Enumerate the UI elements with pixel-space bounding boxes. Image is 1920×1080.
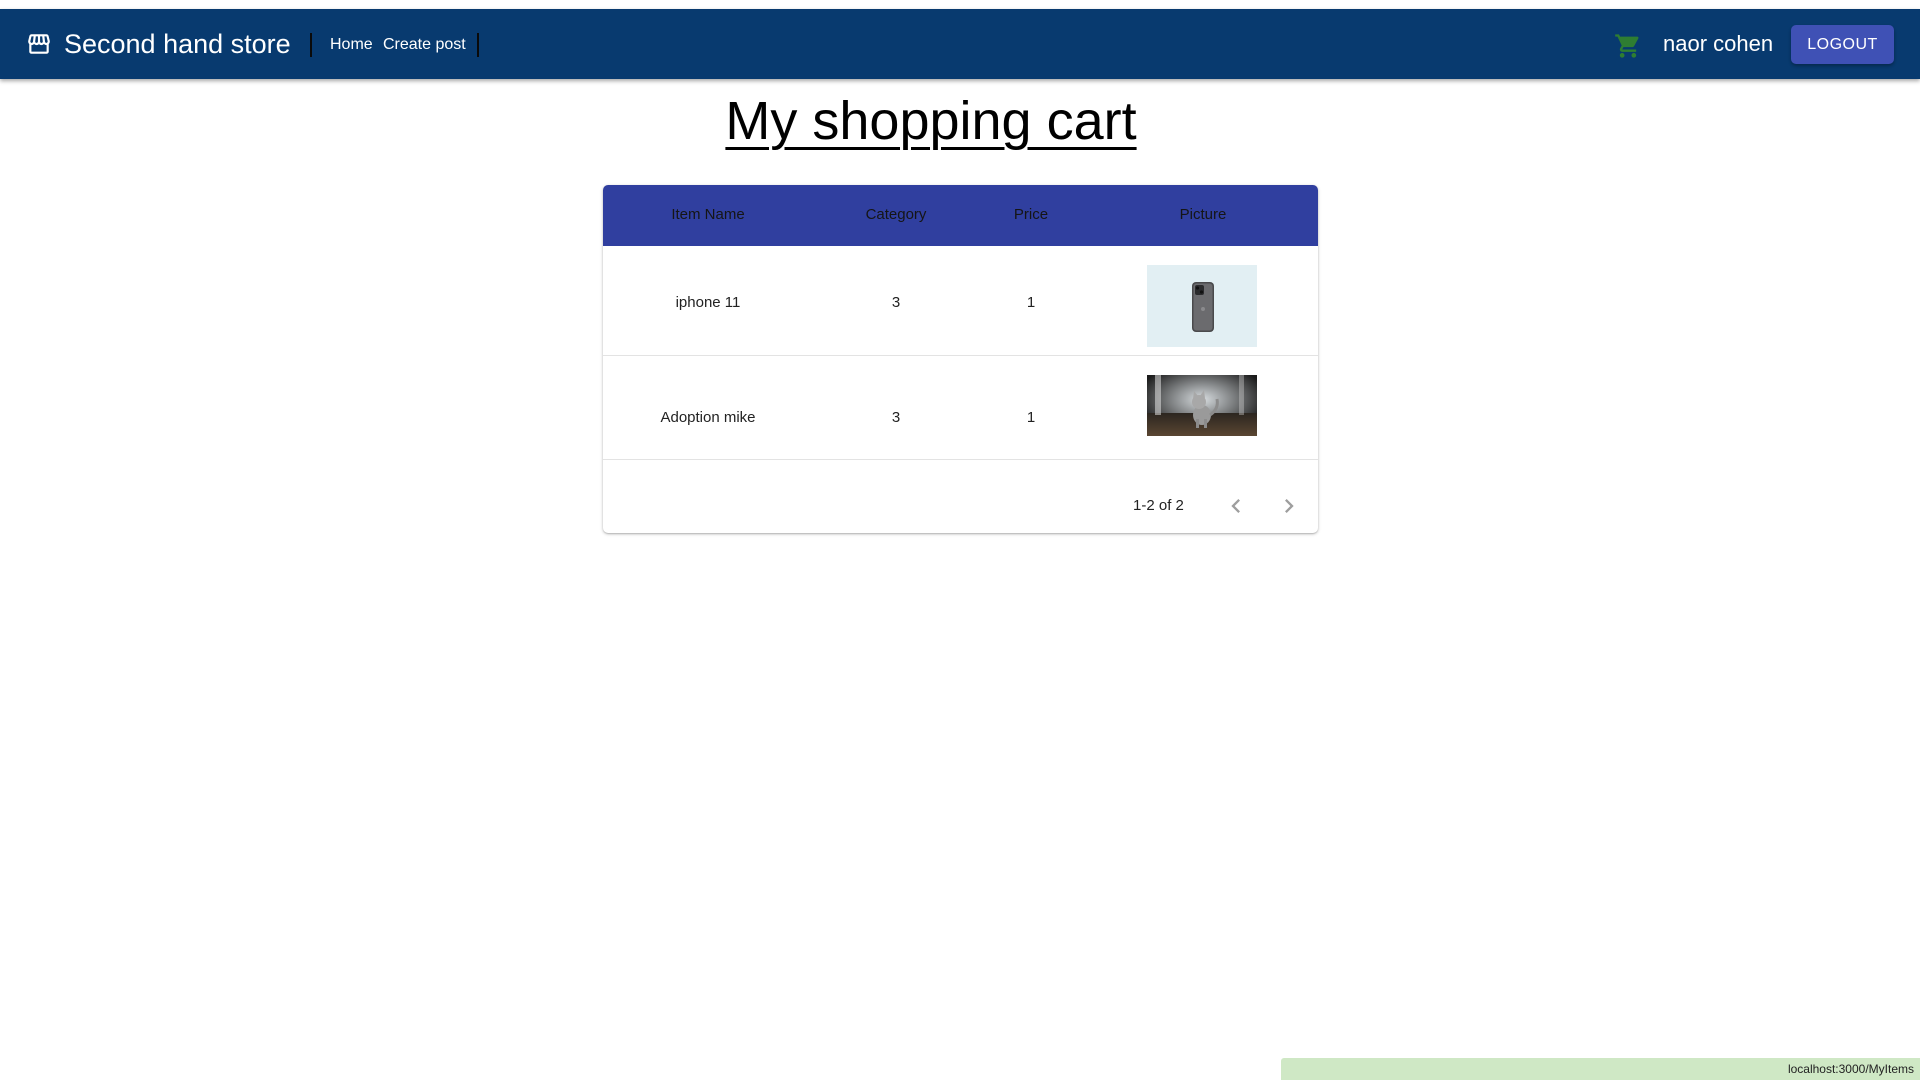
logout-button[interactable]: LOGOUT	[1791, 25, 1894, 64]
app-bar: Second hand store Home Create post naor …	[0, 9, 1920, 79]
cell-item-name: iphone 11	[675, 294, 741, 311]
brand-title[interactable]: Second hand store	[64, 29, 291, 59]
cell-category: 3	[891, 409, 901, 426]
page-title: My shopping cart	[725, 91, 1137, 151]
nav-divider-right	[477, 33, 479, 57]
chevron-left-icon[interactable]	[1222, 492, 1250, 520]
user-name: naor cohen	[1663, 31, 1774, 56]
cart-table: Item Name Category Price Picture iphone …	[603, 185, 1318, 533]
cell-item-name: Adoption mike	[660, 409, 756, 426]
browser-status-bar: localhost:3000/MyItems	[1281, 1058, 1920, 1080]
cell-price: 1	[1026, 409, 1036, 426]
column-header-price[interactable]: Price	[971, 205, 1091, 225]
phone-image	[1147, 265, 1257, 347]
nav-link-home[interactable]: Home	[330, 35, 373, 55]
table-row[interactable]: Adoption mike 3 1	[603, 356, 1318, 460]
status-url: localhost:3000/MyItems	[1787, 1062, 1914, 1076]
table-header: Item Name Category Price Picture	[603, 185, 1318, 246]
store-icon	[28, 34, 50, 54]
table-pagination: 1-2 of 2	[603, 476, 1318, 533]
cell-category: 3	[891, 294, 901, 311]
column-header-item-name[interactable]: Item Name	[648, 205, 768, 225]
cat-image	[1147, 375, 1257, 436]
nav-link-create-post[interactable]: Create post	[383, 35, 466, 55]
table-row[interactable]: iphone 11 3 1	[603, 246, 1318, 356]
page: Second hand store Home Create post naor …	[0, 0, 1920, 1080]
pagination-info: 1-2 of 2	[1133, 497, 1184, 514]
nav-divider-left	[310, 33, 312, 57]
column-header-category[interactable]: Category	[836, 205, 956, 225]
cell-price: 1	[1026, 294, 1036, 311]
browser-top-strip	[0, 0, 1920, 9]
column-header-picture[interactable]: Picture	[1143, 205, 1263, 225]
shopping-cart-icon[interactable]	[1614, 32, 1642, 60]
chevron-right-icon[interactable]	[1275, 492, 1303, 520]
